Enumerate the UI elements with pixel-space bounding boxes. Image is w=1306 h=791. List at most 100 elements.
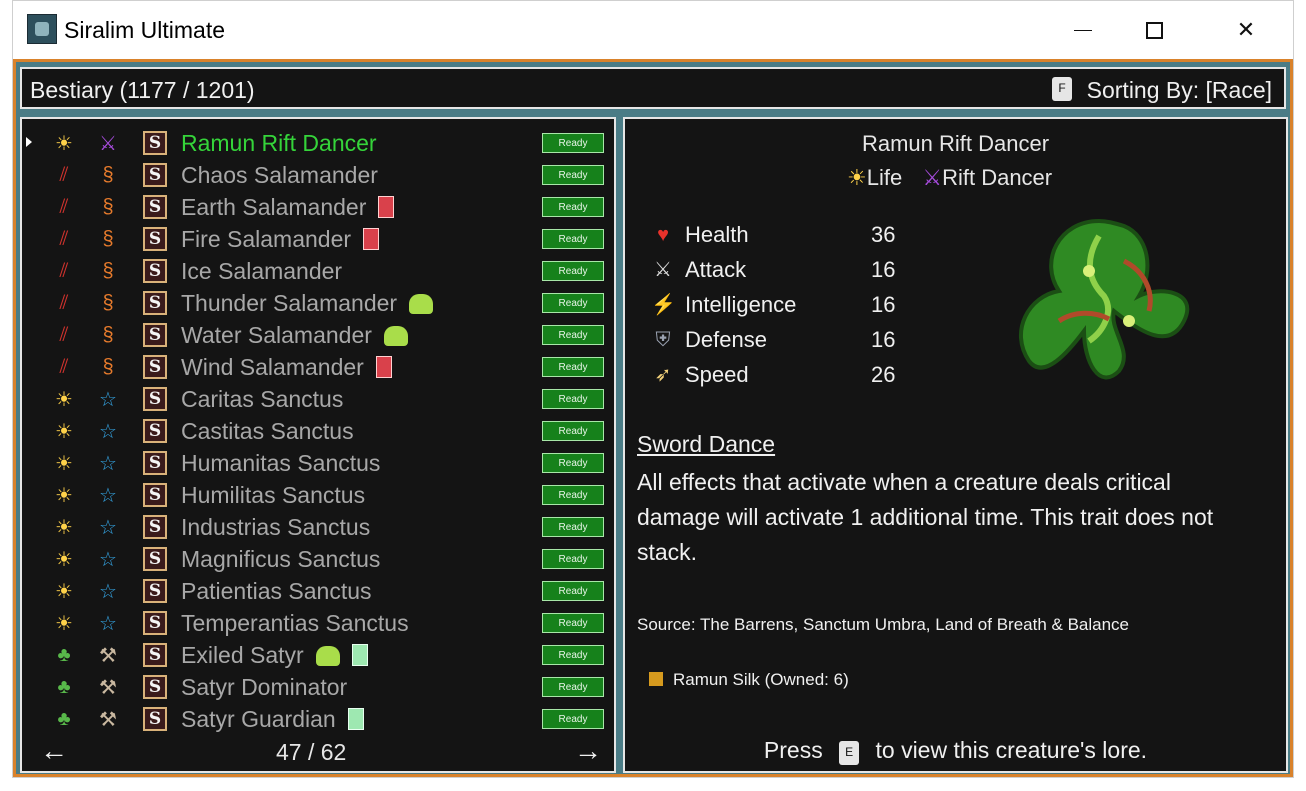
ready-badge: Ready [542,581,604,601]
creature-name: Humanitas Sanctus [181,450,380,477]
salamander-race-icon: § [102,323,114,346]
trait-title: Sword Dance [637,431,776,457]
creature-row[interactable]: ☀ ⚔ S Ramun Rift Dancer Ready [22,127,614,159]
creature-name: Ice Salamander [181,258,342,285]
stat-label: Speed [685,362,749,387]
salamander-race-icon: § [102,163,114,186]
salamander-race-icon: § [102,355,114,378]
press-prefix: Press [763,737,823,763]
creature-row[interactable]: ⫽ § S Water Salamander Ready [22,319,614,351]
creature-row[interactable]: ☀ ☆ S Industrias Sanctus Ready [22,511,614,543]
creature-row[interactable]: ⫽ § S Ice Salamander Ready [22,255,614,287]
creature-name: Ramun Rift Dancer [181,130,377,157]
creature-row[interactable]: ☀ ☆ S Humanitas Sanctus Ready [22,447,614,479]
sanctus-race-icon: ☆ [99,580,117,603]
creature-name: Castitas Sanctus [181,418,354,445]
slime-icon [409,294,434,314]
stat-row: ♥ Health 36 [651,219,911,253]
creature-row[interactable]: ⫽ § S Earth Salamander Ready [22,191,614,223]
stat-row: ⚡ Intelligence 16 [651,289,911,323]
creature-row[interactable]: ⫽ § S Chaos Salamander Ready [22,159,614,191]
bestiary-header: Bestiary (1177 / 1201) F Sorting By: [Ra… [20,67,1286,109]
ready-badge: Ready [542,229,604,249]
material-item: Ramun Silk (Owned: 6) [649,670,849,690]
creature-name: Ramun Rift Dancer [861,131,1050,156]
creature-row[interactable]: ☀ ☆ S Humilitas Sanctus Ready [22,479,614,511]
creature-name-text: Magnificus Sanctus [181,546,381,572]
card-icon [375,356,392,378]
creature-row[interactable]: ☀ ☆ S Caritas Sanctus Ready [22,383,614,415]
spell-gem-icon: S [143,451,167,475]
sanctus-race-icon: ☆ [99,516,117,539]
sort-label[interactable]: Sorting By: [Race] [1087,77,1272,104]
sanctus-race-icon: ☆ [99,484,117,507]
sun-class-icon: ☀ [55,452,73,475]
salamander-race-icon: § [102,195,114,218]
salamander-race-icon: § [102,227,114,250]
minimize-icon [1074,29,1092,31]
creature-types: ☀Life ⚔Rift Dancer [847,165,1052,191]
satyr-race-icon: ⚒ [99,676,117,699]
app-window: Siralim Ultimate ✕ Bestiary (1177 / 1201… [12,0,1294,778]
creature-name-text: Satyr Dominator [181,674,348,700]
stat-label: Intelligence [685,292,797,317]
creature-row[interactable]: ♣ ⚒ S Satyr Guardian Ready [22,703,614,735]
spell-gem-icon: S [143,227,167,251]
spell-gem-icon: S [143,643,167,667]
creature-row[interactable]: ♣ ⚒ S Satyr Dominator Ready [22,671,614,703]
spell-gem-icon: S [143,707,167,731]
claw-class-icon: ⫽ [59,163,69,186]
creature-row[interactable]: ⫽ § S Wind Salamander Ready [22,351,614,383]
sanctus-race-icon: ☆ [99,388,117,411]
maximize-button[interactable] [1131,9,1177,51]
spell-gem-icon: S [143,131,167,155]
lore-key-icon[interactable]: E [839,741,860,765]
green-card-icon [351,644,368,666]
prev-page-arrow-icon[interactable]: ← [40,735,68,767]
press-suffix: to view this creature's lore. [875,737,1148,763]
claw-class-icon: ⫽ [59,323,69,346]
creature-row[interactable]: ☀ ☆ S Patientias Sanctus Ready [22,575,614,607]
creature-row[interactable]: ⫽ § S Thunder Salamander Ready [22,287,614,319]
card-icon [363,228,380,250]
ready-badge: Ready [542,645,604,665]
creature-name: Magnificus Sanctus [181,546,380,573]
creature-row[interactable]: ⫽ § S Fire Salamander Ready [22,223,614,255]
heart-icon: ♥ [657,224,669,246]
title-bar: Siralim Ultimate ✕ [13,1,1293,59]
stat-value: 16 [871,327,896,352]
page-indicator: 47 / 62 [276,739,347,765]
creature-row[interactable]: ☀ ☆ S Magnificus Sanctus Ready [22,543,614,575]
ready-badge: Ready [542,485,604,505]
sun-class-icon: ☀ [55,132,73,155]
creature-row[interactable]: ☀ ☆ S Castitas Sanctus Ready [22,415,614,447]
bestiary-title: Bestiary (1177 / 1201) [30,77,255,103]
creature-row[interactable]: ♣ ⚒ S Exiled Satyr Ready [22,639,614,671]
claw-class-icon: ⫽ [59,291,69,314]
maximize-icon [1145,21,1163,39]
creature-row[interactable]: ☀ ☆ S Temperantias Sanctus Ready [22,607,614,639]
ready-badge: Ready [542,709,604,729]
salamander-race-icon: § [102,291,114,314]
ready-badge: Ready [542,389,604,409]
lore-prompt: Press E to view this creature's lore. [625,737,1286,765]
creature-sprite [1018,218,1189,380]
creature-detail-panel: Ramun Rift Dancer ☀Life ⚔Rift Dancer ♥ He… [623,117,1288,773]
claw-class-icon: ⫽ [59,259,69,282]
minimize-button[interactable] [1060,9,1106,51]
creature-name: Patientias Sanctus [181,578,372,605]
stat-row: ➶ Speed 26 [651,359,911,393]
creature-name: Caritas Sanctus [181,386,343,413]
next-page-arrow-icon[interactable]: → [574,735,602,767]
sun-class-icon: ☀ [55,548,73,571]
satyr-race-icon: ⚒ [99,708,117,731]
claw-class-icon: ⫽ [59,195,69,218]
close-button[interactable]: ✕ [1223,9,1269,51]
sun-class-icon: ☀ [55,612,73,635]
ready-badge: Ready [542,197,604,217]
creature-name: Temperantias Sanctus [181,610,409,637]
spell-gem-icon: S [143,483,167,507]
sword-icon: ⚔ [654,259,672,281]
spell-gem-icon: S [143,163,167,187]
creature-name-text: Humilitas Sanctus [181,482,366,508]
